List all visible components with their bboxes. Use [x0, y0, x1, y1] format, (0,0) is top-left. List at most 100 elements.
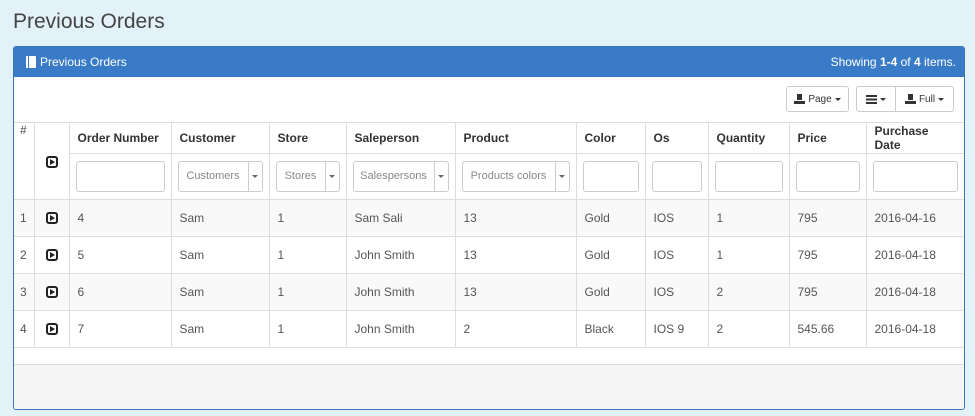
- export-page-button[interactable]: Page: [786, 86, 849, 112]
- store-filter-label: Stores: [284, 170, 317, 182]
- cell-customer: Sam: [171, 273, 270, 311]
- quantity-filter[interactable]: [714, 160, 783, 192]
- cell-purchase-date: 2016-04-18: [866, 310, 964, 348]
- col-header-product[interactable]: Product: [455, 123, 577, 154]
- export-icon: [904, 94, 916, 104]
- export-icon: [794, 94, 806, 104]
- row-index: 4: [14, 310, 35, 348]
- product-filter-label: Products colors: [470, 170, 547, 182]
- cell-os: IOS: [645, 273, 709, 311]
- columns-toggle-button[interactable]: [856, 86, 896, 112]
- col-header-os[interactable]: Os: [645, 123, 709, 154]
- cell-store: 1: [269, 199, 347, 237]
- customer-filter-label: Customers: [186, 170, 240, 182]
- page-button-label: Page: [808, 93, 832, 105]
- cell-price: 795: [789, 236, 867, 274]
- cell-product: 13: [455, 273, 577, 311]
- cell-price: 795: [789, 273, 867, 311]
- list-icon: [866, 94, 877, 104]
- filter-row: Customers Stores Salespersons Products c…: [14, 153, 964, 200]
- customer-filter[interactable]: Customers: [177, 160, 263, 192]
- cell-color: Gold: [576, 273, 646, 311]
- cell-store: 1: [269, 310, 347, 348]
- cell-price: 795: [789, 199, 867, 237]
- expand-row-icon[interactable]: [45, 249, 58, 262]
- col-header-price[interactable]: Price: [789, 123, 867, 154]
- chevron-down-icon: [247, 161, 262, 191]
- cell-color: Black: [576, 310, 646, 348]
- cell-quantity: 1: [708, 236, 790, 274]
- expand-row-icon[interactable]: [45, 212, 58, 225]
- grid-actions-group: Full: [856, 86, 954, 112]
- row-index: 1: [14, 199, 35, 237]
- items-summary: Showing 1-4 of 4 items.: [831, 55, 956, 69]
- cell-os: IOS: [645, 236, 709, 274]
- book-icon: [26, 56, 36, 68]
- chevron-down-icon: [554, 161, 569, 191]
- col-header-quantity[interactable]: Quantity: [708, 123, 790, 154]
- cell-order-number: 5: [69, 236, 172, 274]
- cell-os: IOS: [645, 199, 709, 237]
- cell-saleperson: John Smith: [346, 273, 456, 311]
- chevron-down-icon: [938, 97, 945, 101]
- header-row: # Order Number Customer Store Saleperson…: [14, 123, 964, 200]
- panel-heading: Previous Orders Showing 1-4 of 4 items.: [14, 47, 964, 77]
- row-index: 3: [14, 273, 35, 311]
- cell-order-number: 6: [69, 273, 172, 311]
- product-filter[interactable]: Products colors: [461, 160, 570, 192]
- cell-color: Gold: [576, 199, 646, 237]
- store-filter[interactable]: Stores: [275, 160, 340, 192]
- col-header-actions: [34, 123, 70, 200]
- summary-total: 4: [913, 55, 921, 69]
- cell-color: Gold: [576, 236, 646, 274]
- purchase-date-filter[interactable]: [872, 160, 958, 192]
- cell-quantity: 2: [708, 310, 790, 348]
- full-button-label: Full: [918, 93, 936, 105]
- table-row: 4 7 Sam 1 John Smith 2 Black IOS 9 2 545…: [14, 310, 964, 348]
- cell-order-number: 4: [69, 199, 172, 237]
- summary-suffix: items.: [920, 55, 956, 69]
- chevron-down-icon: [834, 97, 841, 101]
- cell-product: 13: [455, 236, 577, 274]
- panel-footer: [14, 364, 964, 409]
- cell-quantity: 1: [708, 199, 790, 237]
- export-full-button[interactable]: Full: [896, 86, 954, 112]
- panel-heading-title: Previous Orders: [26, 55, 127, 69]
- table-row: 2 5 Sam 1 John Smith 13 Gold IOS 1 795 2…: [14, 236, 964, 274]
- col-header-purchase-date[interactable]: Purchase Date: [866, 123, 964, 154]
- saleperson-filter-label: Salespersons: [360, 170, 427, 182]
- cell-saleperson: John Smith: [346, 236, 456, 274]
- col-header-order-number[interactable]: Order Number: [69, 123, 172, 154]
- price-filter[interactable]: [795, 160, 860, 192]
- table-row: 1 4 Sam 1 Sam Sali 13 Gold IOS 1 795 201…: [14, 199, 964, 237]
- cell-price: 545.66: [789, 310, 867, 348]
- cell-customer: Sam: [171, 236, 270, 274]
- table-row: 3 6 Sam 1 John Smith 13 Gold IOS 2 795 2…: [14, 273, 964, 311]
- col-header-saleperson[interactable]: Saleperson: [346, 123, 456, 154]
- cell-saleperson: Sam Sali: [346, 199, 456, 237]
- cell-os: IOS 9: [645, 310, 709, 348]
- cell-quantity: 2: [708, 273, 790, 311]
- summary-range: 1-4: [879, 55, 898, 69]
- chevron-down-icon: [324, 161, 339, 191]
- row-index: 2: [14, 236, 35, 274]
- chevron-down-icon: [433, 161, 448, 191]
- cell-purchase-date: 2016-04-18: [866, 236, 964, 274]
- col-header-store[interactable]: Store: [269, 123, 347, 154]
- cell-customer: Sam: [171, 199, 270, 237]
- expand-all-icon[interactable]: [45, 155, 58, 168]
- expand-row-icon[interactable]: [45, 286, 58, 299]
- panel-heading-label: Previous Orders: [40, 55, 127, 69]
- expand-row-icon[interactable]: [45, 323, 58, 336]
- saleperson-filter[interactable]: Salespersons: [352, 160, 449, 192]
- col-header-index: #: [14, 123, 35, 200]
- os-filter[interactable]: [651, 160, 702, 192]
- orders-table: # Order Number Customer Store Saleperson…: [14, 123, 964, 348]
- col-header-customer[interactable]: Customer: [171, 123, 270, 154]
- cell-order-number: 7: [69, 310, 172, 348]
- color-filter[interactable]: [582, 160, 639, 192]
- cell-product: 13: [455, 199, 577, 237]
- order-number-filter[interactable]: [75, 160, 165, 192]
- col-header-color[interactable]: Color: [576, 123, 646, 154]
- cell-purchase-date: 2016-04-16: [866, 199, 964, 237]
